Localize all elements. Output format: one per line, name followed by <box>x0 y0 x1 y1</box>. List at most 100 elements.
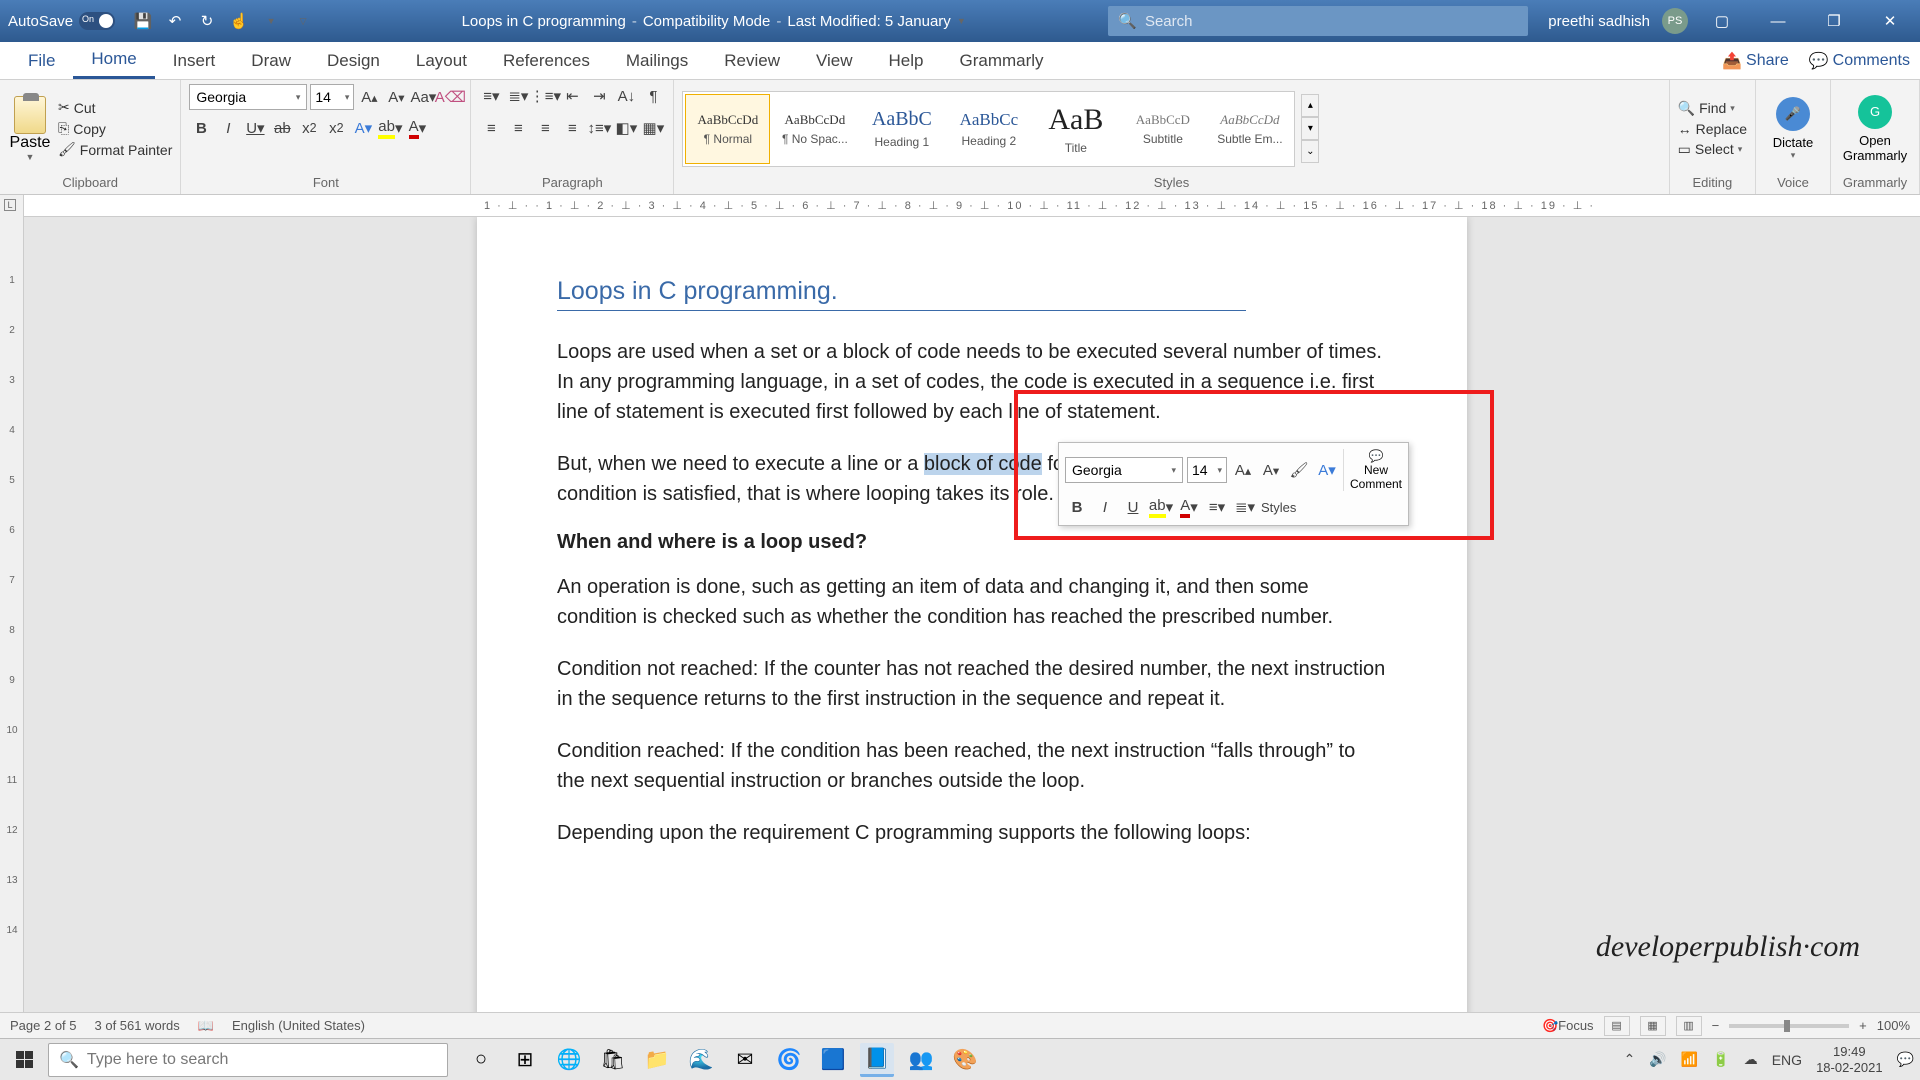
find-button[interactable]: 🔍Find▾ <box>1678 100 1747 117</box>
copy-button[interactable]: ⎘Copy <box>58 120 172 137</box>
tab-references[interactable]: References <box>485 42 608 79</box>
chrome-icon[interactable]: 🌐 <box>552 1043 586 1077</box>
teams-icon[interactable]: 👥 <box>904 1043 938 1077</box>
onedrive-icon[interactable]: ☁ <box>1744 1051 1758 1068</box>
tab-draw[interactable]: Draw <box>233 42 309 79</box>
mini-italic-button[interactable]: I <box>1093 495 1117 519</box>
task-view-icon[interactable]: ⊞ <box>508 1043 542 1077</box>
save-icon[interactable]: 💾 <box>131 9 155 33</box>
bold-button[interactable]: B <box>189 116 213 140</box>
tab-help[interactable]: Help <box>871 42 942 79</box>
tray-expand-icon[interactable]: ⌃ <box>1624 1051 1636 1068</box>
mail-icon[interactable]: ✉ <box>728 1043 762 1077</box>
explorer-icon[interactable]: 📁 <box>640 1043 674 1077</box>
highlight-icon[interactable]: ab▾ <box>378 116 402 140</box>
tab-home[interactable]: Home <box>73 42 154 79</box>
superscript-button[interactable]: x2 <box>324 116 348 140</box>
spiral-icon[interactable]: 🌀 <box>772 1043 806 1077</box>
align-right-icon[interactable]: ≡ <box>533 116 557 140</box>
touch-mode-icon[interactable]: ☝ <box>227 9 251 33</box>
mini-new-comment-button[interactable]: 💬 New Comment <box>1343 449 1402 491</box>
font-size-select[interactable]: 14▾ <box>310 84 354 110</box>
tab-insert[interactable]: Insert <box>155 42 234 79</box>
style-title[interactable]: AaBTitle <box>1033 94 1118 164</box>
cortana-icon[interactable]: ○ <box>464 1043 498 1077</box>
mini-highlight-icon[interactable]: ab▾ <box>1149 495 1173 519</box>
zoom-in-icon[interactable]: + <box>1859 1018 1867 1033</box>
share-button[interactable]: 📤Share <box>1722 51 1789 71</box>
numbering-icon[interactable]: ≣▾ <box>506 84 530 108</box>
show-marks-icon[interactable]: ¶ <box>641 84 665 108</box>
page[interactable]: Loops in C programming. Loops are used w… <box>477 217 1467 1050</box>
styles-up-icon[interactable]: ▴ <box>1301 94 1319 117</box>
start-button[interactable] <box>6 1042 42 1078</box>
mini-font-color-icon[interactable]: A▾ <box>1177 495 1201 519</box>
mini-size-select[interactable]: 14▾ <box>1187 457 1227 483</box>
font-color-icon[interactable]: A▾ <box>405 116 429 140</box>
font-name-select[interactable]: Georgia▾ <box>189 84 307 110</box>
tab-layout[interactable]: Layout <box>398 42 485 79</box>
mini-underline-button[interactable]: U <box>1121 495 1145 519</box>
paint-icon[interactable]: 🎨 <box>948 1043 982 1077</box>
indent-icon[interactable]: ⇥ <box>587 84 611 108</box>
mini-font-select[interactable]: Georgia▾ <box>1065 457 1183 483</box>
minimize-icon[interactable]: — <box>1756 6 1800 36</box>
mini-numbering-icon[interactable]: ≣▾ <box>1233 495 1257 519</box>
mini-bullets-icon[interactable]: ≡▾ <box>1205 495 1229 519</box>
maximize-icon[interactable]: ❐ <box>1812 6 1856 36</box>
outdent-icon[interactable]: ⇤ <box>560 84 584 108</box>
zoom-out-icon[interactable]: − <box>1712 1018 1720 1033</box>
undo-icon[interactable]: ↶ <box>163 9 187 33</box>
cut-button[interactable]: ✂Cut <box>58 99 172 116</box>
notifications-icon[interactable]: 💬 <box>1897 1051 1914 1068</box>
style-heading-1[interactable]: AaBbCHeading 1 <box>859 94 944 164</box>
status-page[interactable]: Page 2 of 5 <box>10 1018 77 1033</box>
select-button[interactable]: ▭Select▾ <box>1678 141 1747 158</box>
store-icon[interactable]: 🛍 <box>596 1043 630 1077</box>
paste-button[interactable]: Paste ▼ <box>8 96 52 162</box>
bullets-icon[interactable]: ≡▾ <box>479 84 503 108</box>
align-left-icon[interactable]: ≡ <box>479 116 503 140</box>
text-effects-icon[interactable]: A▾ <box>351 116 375 140</box>
shading-icon[interactable]: ◧▾ <box>614 116 638 140</box>
mini-styles-button[interactable]: Styles <box>1261 495 1296 519</box>
shrink-font-icon[interactable]: A▾ <box>384 85 408 109</box>
subscript-button[interactable]: x2 <box>297 116 321 140</box>
qat-more-icon[interactable]: ▽ <box>291 9 315 33</box>
qat-dropdown-icon[interactable]: ▼ <box>259 9 283 33</box>
status-words[interactable]: 3 of 561 words <box>95 1018 180 1033</box>
spellcheck-icon[interactable]: 📖 <box>198 1018 214 1034</box>
print-layout-icon[interactable]: ▦ <box>1640 1016 1666 1036</box>
mini-grow-font-icon[interactable]: A▴ <box>1231 458 1255 482</box>
comments-button[interactable]: 💬Comments <box>1809 51 1910 71</box>
read-mode-icon[interactable]: ▤ <box>1604 1016 1630 1036</box>
clear-format-icon[interactable]: A⌫ <box>438 85 462 109</box>
multilevel-icon[interactable]: ⋮≡▾ <box>533 84 557 108</box>
page-scroll[interactable]: Loops in C programming. Loops are used w… <box>24 217 1920 1050</box>
format-painter-button[interactable]: 🖌Format Painter <box>58 141 172 158</box>
style---no-spac---[interactable]: AaBbCcDd¶ No Spac... <box>772 94 857 164</box>
borders-icon[interactable]: ▦▾ <box>641 116 665 140</box>
focus-button[interactable]: 🎯Focus <box>1542 1018 1594 1034</box>
sort-icon[interactable]: A↓ <box>614 84 638 108</box>
mini-clear-format-icon[interactable]: A▾ <box>1315 458 1339 482</box>
style---normal[interactable]: AaBbCcDd¶ Normal <box>685 94 770 164</box>
styles-down-icon[interactable]: ▾ <box>1301 117 1319 140</box>
align-center-icon[interactable]: ≡ <box>506 116 530 140</box>
tray-clock[interactable]: 19:49 18-02-2021 <box>1816 1044 1883 1075</box>
grammarly-button[interactable]: G Open Grammarly <box>1839 95 1911 163</box>
app-icon[interactable]: 🟦 <box>816 1043 850 1077</box>
zoom-level[interactable]: 100% <box>1877 1018 1910 1033</box>
zoom-slider[interactable] <box>1729 1024 1849 1028</box>
word-icon[interactable]: 📘 <box>860 1043 894 1077</box>
mini-shrink-font-icon[interactable]: A▾ <box>1259 458 1283 482</box>
tab-file[interactable]: File <box>10 42 73 79</box>
ribbon-display-icon[interactable]: ▢ <box>1700 6 1744 36</box>
selected-text[interactable]: block of code <box>924 453 1042 475</box>
styles-more-icon[interactable]: ⌄ <box>1301 140 1319 163</box>
avatar[interactable]: PS <box>1662 8 1688 34</box>
underline-button[interactable]: U▾ <box>243 116 267 140</box>
line-spacing-icon[interactable]: ↕≡▾ <box>587 116 611 140</box>
title-dropdown-icon[interactable]: ▼ <box>957 16 966 26</box>
redo-icon[interactable]: ↻ <box>195 9 219 33</box>
